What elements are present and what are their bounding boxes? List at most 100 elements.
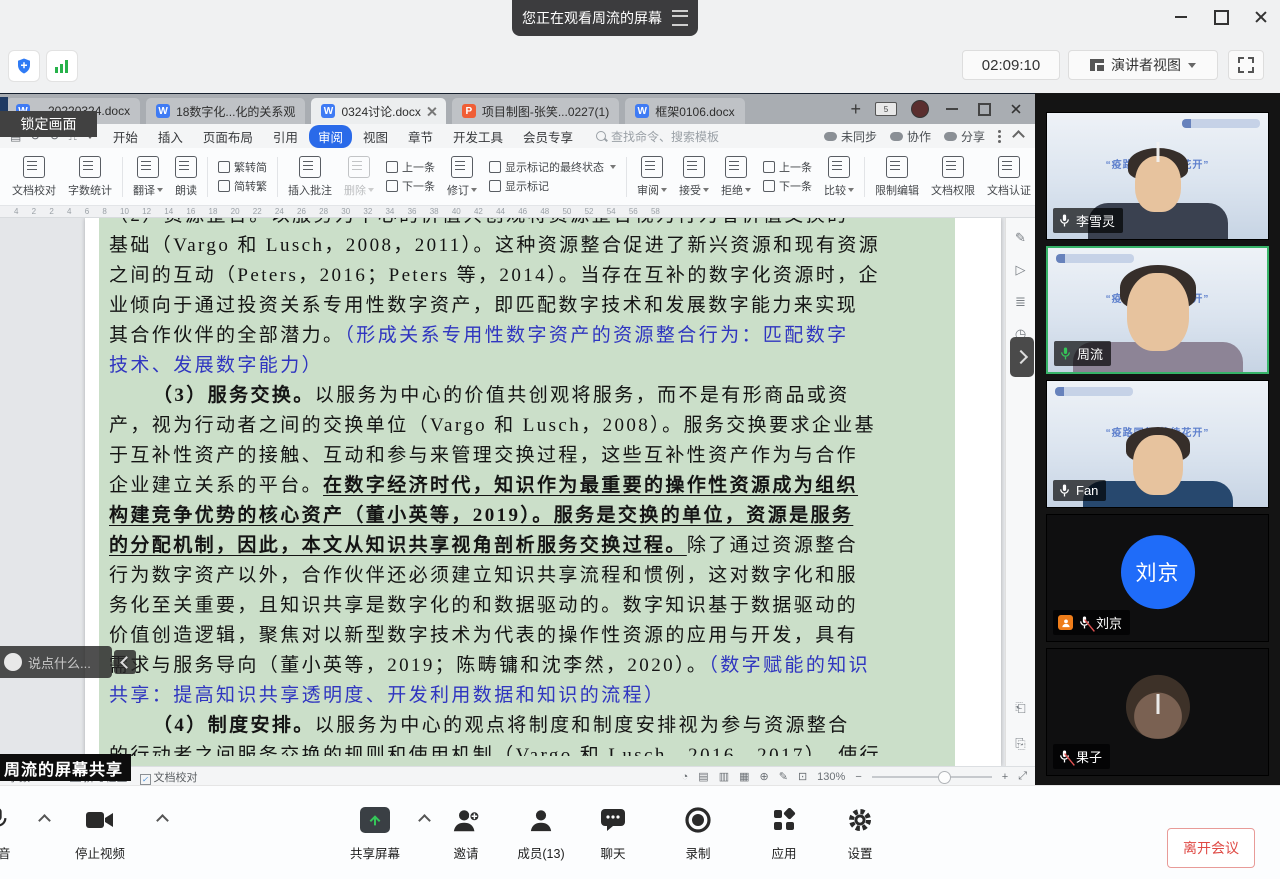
- expand-icon[interactable]: ⤢: [1018, 770, 1027, 783]
- page-view-icon[interactable]: ▤: [698, 770, 708, 783]
- banner-menu-icon[interactable]: [672, 10, 688, 26]
- ribbon-item[interactable]: 下一条: [763, 178, 812, 194]
- zoom-level[interactable]: 130%: [817, 771, 845, 783]
- ribbon-button-8[interactable]: 修订: [441, 156, 483, 198]
- leave-meeting-button[interactable]: 离开会议: [1167, 828, 1255, 868]
- menu-item-1[interactable]: 插入: [149, 125, 192, 148]
- ribbon-button-5[interactable]: 插入批注: [282, 156, 338, 198]
- next-page-icon[interactable]: ⎘: [1013, 736, 1029, 752]
- network-signal-button[interactable]: [46, 50, 78, 82]
- emoji-icon[interactable]: [4, 653, 22, 671]
- menu-item-0[interactable]: 开始: [104, 125, 147, 148]
- menu-item-4[interactable]: 审阅: [309, 125, 352, 148]
- menu-right-0[interactable]: 未同步: [824, 128, 877, 145]
- ribbon-button-14[interactable]: 比较: [818, 156, 860, 198]
- proofread-toggle[interactable]: ✓文档校对: [140, 769, 198, 785]
- ribbon-button-17[interactable]: 文档认证: [981, 156, 1037, 198]
- ribbon-item[interactable]: 显示标记的最终状态: [489, 159, 616, 175]
- ribbon-button-0[interactable]: 文档校对: [6, 156, 62, 198]
- eye-protect-icon[interactable]: ◔: [682, 771, 689, 783]
- ribbon-button-11[interactable]: 接受: [673, 156, 715, 198]
- document-tab[interactable]: W框架0106.docx: [625, 98, 744, 124]
- web-view-icon[interactable]: ▥: [719, 770, 729, 783]
- video-tile-Fan[interactable]: “疫路同行 静待花开”Fan: [1046, 380, 1269, 508]
- wps-close-button[interactable]: [1007, 100, 1025, 118]
- menu-item-8[interactable]: 会员专享: [514, 125, 582, 148]
- tab-close-icon[interactable]: [427, 107, 436, 116]
- book-view-icon[interactable]: ▦: [739, 770, 749, 783]
- scroll-up-button[interactable]: [1156, 145, 1159, 163]
- toolbar-record-button[interactable]: 录制: [653, 804, 743, 862]
- command-search[interactable]: 查找命令、搜索模板: [596, 128, 719, 145]
- fullscreen-button[interactable]: [1228, 50, 1264, 80]
- wps-restore-button[interactable]: [975, 100, 993, 118]
- menu-right-2[interactable]: 分享: [944, 128, 985, 145]
- pen-tool-icon[interactable]: ✎: [1013, 230, 1029, 246]
- document-canvas[interactable]: （2）资源整合。以服务为中心的价值共创观将资源整合视为行为者价值交换的基础（Va…: [0, 218, 1035, 766]
- prev-page-icon[interactable]: ⎗: [1013, 700, 1029, 716]
- ribbon-item[interactable]: 显示标记: [489, 178, 616, 194]
- edit-pen-icon[interactable]: ✎: [779, 770, 788, 783]
- toolbar-share-button[interactable]: 共享屏幕: [330, 804, 420, 862]
- more-icon[interactable]: [998, 135, 1001, 138]
- close-button[interactable]: [1252, 8, 1270, 26]
- fit-page-icon[interactable]: ⊡: [798, 770, 807, 783]
- new-tab-button[interactable]: +: [850, 99, 861, 120]
- menu-item-7[interactable]: 开发工具: [444, 125, 512, 148]
- document-tab[interactable]: P项目制图-张笑...0227(1): [452, 98, 619, 124]
- ribbon-button-1[interactable]: 字数统计: [62, 156, 118, 198]
- video-tile-李雪灵[interactable]: “疫路同行 静待花开”李雪灵: [1046, 112, 1269, 240]
- sidebar-expand-tab[interactable]: [1010, 337, 1034, 377]
- quick-chat-input[interactable]: 说点什么...: [0, 646, 112, 678]
- toolbar-chat-button[interactable]: 聊天: [568, 804, 658, 862]
- zoom-in-button[interactable]: +: [1002, 771, 1008, 783]
- chat-collapse-button[interactable]: [114, 650, 136, 674]
- select-tool-icon[interactable]: ▷: [1013, 262, 1029, 278]
- video-tile-周流[interactable]: “疫路同行 静待花开”周流: [1046, 246, 1269, 374]
- ribbon-button-16[interactable]: 文档权限: [925, 156, 981, 198]
- ribbon-button-3[interactable]: 朗读: [169, 156, 203, 198]
- menu-item-2[interactable]: 页面布局: [194, 125, 262, 148]
- menu-item-6[interactable]: 章节: [399, 125, 442, 148]
- security-button[interactable]: [8, 50, 40, 82]
- menu-right-1[interactable]: 协作: [890, 128, 931, 145]
- menu-item-3[interactable]: 引用: [264, 125, 307, 148]
- ribbon-button-15[interactable]: 限制编辑: [869, 156, 925, 198]
- ribbon-group-4[interactable]: 繁转简简转繁: [212, 159, 273, 194]
- ribbon-group-7[interactable]: 上一条下一条: [380, 159, 441, 194]
- document-tab[interactable]: W18数字化...化的关系观: [146, 98, 305, 124]
- scroll-down-button[interactable]: [1156, 697, 1159, 715]
- menu-item-5[interactable]: 视图: [354, 125, 397, 148]
- toolbar-chevron-up[interactable]: [158, 816, 168, 823]
- ribbon-group-13[interactable]: 上一条下一条: [757, 159, 818, 194]
- zoom-slider-knob[interactable]: [938, 771, 951, 784]
- collapse-ribbon-icon[interactable]: [1012, 130, 1025, 143]
- ruler-numbers: 4 2 2 4 6 8 10 12 14 16 18 20 22 24 26 2…: [14, 207, 660, 216]
- zoom-slider[interactable]: [872, 776, 992, 778]
- account-avatar[interactable]: [911, 100, 929, 118]
- minimize-button[interactable]: [1172, 8, 1190, 26]
- ribbon-group-9[interactable]: 显示标记的最终状态显示标记: [483, 159, 622, 194]
- ribbon-button-12[interactable]: 拒绝: [715, 156, 757, 198]
- toolbar-chevron-up[interactable]: [40, 816, 50, 823]
- maximize-button[interactable]: [1212, 8, 1230, 26]
- ribbon-item[interactable]: 上一条: [386, 159, 435, 175]
- ribbon-button-2[interactable]: 翻译: [127, 156, 169, 198]
- zoom-out-button[interactable]: −: [855, 771, 861, 783]
- video-tile-刘京[interactable]: 刘京刘京: [1046, 514, 1269, 642]
- globe-icon[interactable]: ⊕: [760, 770, 769, 783]
- toolbar-camera-button[interactable]: 停止视频: [55, 804, 145, 862]
- ribbon-item[interactable]: 下一条: [386, 178, 435, 194]
- outline-icon[interactable]: ≣: [1013, 294, 1029, 310]
- ribbon-item[interactable]: 简转繁: [218, 178, 267, 194]
- wps-minimize-button[interactable]: [943, 100, 961, 118]
- toolbar-mic-button[interactable]: 静音: [0, 804, 43, 862]
- document-line: （4）制度安排。以服务为中心的观点将制度和制度安排视为参与资源整合: [109, 711, 947, 741]
- watching-banner[interactable]: 您正在观看周流的屏幕: [512, 0, 698, 36]
- ribbon-item[interactable]: 上一条: [763, 159, 812, 175]
- view-mode-button[interactable]: 演讲者视图: [1068, 50, 1218, 80]
- ribbon-button-10[interactable]: 审阅: [631, 156, 673, 198]
- toolbar-settings-button[interactable]: 设置: [815, 804, 905, 862]
- ribbon-item[interactable]: 繁转简: [218, 159, 267, 175]
- document-tab[interactable]: W0324讨论.docx: [311, 98, 445, 124]
